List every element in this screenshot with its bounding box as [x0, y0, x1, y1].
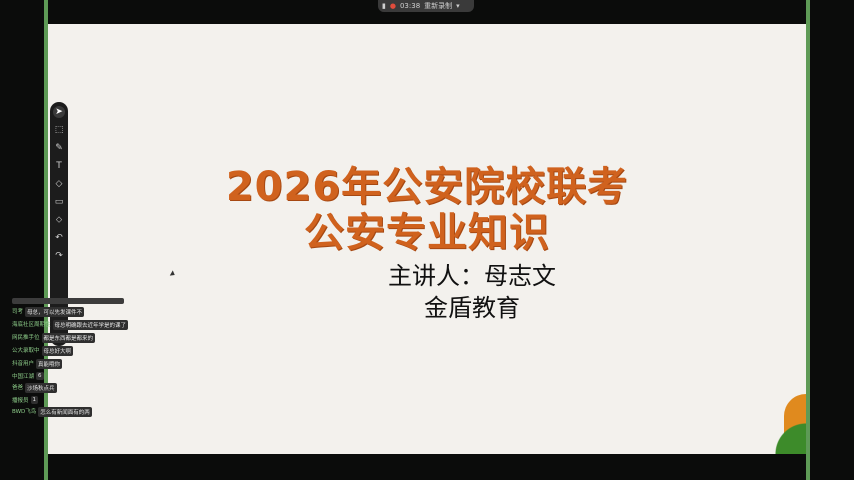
undo-icon[interactable]: ↶	[53, 232, 65, 244]
chat-message: 爸爸 沙场秋点兵	[12, 383, 57, 393]
decor-green-leaf	[766, 408, 806, 454]
shape-icon[interactable]: ⬦	[53, 214, 65, 226]
box-select-icon[interactable]: ⬚	[53, 124, 65, 136]
chat-message: 抖音用户 真能哦你	[12, 359, 63, 369]
record-time: 03:38	[399, 2, 421, 10]
record-dot-icon: ●	[389, 2, 396, 10]
chat-message: BWD飞鸟 怎么有新闻面有的两	[12, 407, 92, 417]
chat-input[interactable]	[12, 298, 124, 304]
chat-message: 海底社区周期性 母总明确跟去近年学是的课了	[12, 320, 129, 330]
eraser-icon[interactable]: ◇	[53, 178, 65, 190]
slide-title-line2: 公安专业知识	[304, 210, 550, 256]
chat-panel: 司考 母总，可以先发课件不 海底社区周期性 母总明确跟去近年学是的课了 网民推手位都…	[12, 298, 132, 417]
redo-icon[interactable]: ↷	[53, 250, 65, 262]
organization-name: 金盾教育	[424, 294, 520, 322]
chat-message: 中国江湖 6	[12, 372, 44, 380]
text-icon[interactable]: T	[53, 160, 65, 172]
window-frame-right	[806, 0, 810, 480]
recording-bar: ▮ ● 03:38 重新录制 ▾	[378, 0, 474, 12]
chat-message: 公大录取中 母总好大啊	[12, 346, 74, 356]
presentation-slide: 2026年公安院校联考 公安专业知识 主讲人：母志文 金盾教育	[48, 24, 806, 454]
signal-icon: ▮	[382, 2, 386, 10]
rerecord-button[interactable]: 重新录制	[424, 1, 452, 11]
chat-message: 播报员 1	[12, 396, 39, 404]
chat-message: 司考 母总，可以先发课件不	[12, 307, 85, 317]
chevron-down-icon[interactable]: ▾	[456, 2, 460, 10]
select-icon[interactable]: ➤	[53, 106, 65, 118]
chat-message: 网民推手位 都是东西都是都来的	[12, 333, 96, 343]
lecturer-name: 主讲人：母志文	[388, 262, 556, 290]
rectangle-icon[interactable]: ▭	[53, 196, 65, 208]
pen-icon[interactable]: ✎	[53, 142, 65, 154]
